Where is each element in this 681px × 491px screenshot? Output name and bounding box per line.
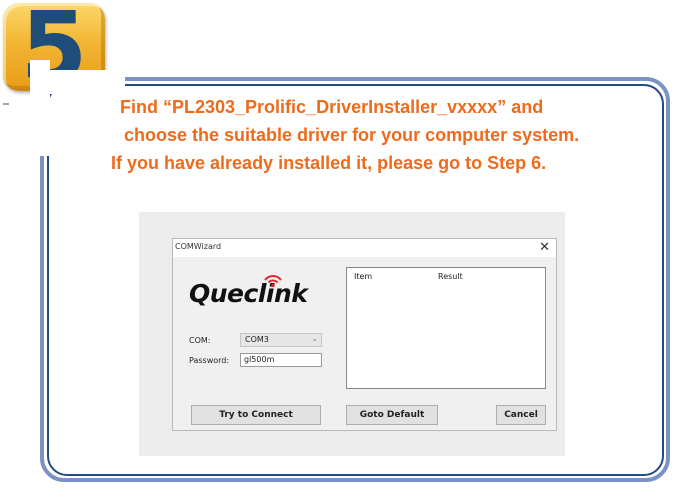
password-label: Password:	[189, 356, 230, 365]
window-titlebar: COMWizard ✕	[173, 239, 556, 257]
instruction-line-1: Find “PL2303_Prolific_DriverInstaller_vx…	[120, 97, 544, 117]
goto-default-button[interactable]: Goto Default	[346, 405, 438, 425]
instruction-line-3: If you have already installed it, please…	[111, 153, 547, 173]
cancel-button[interactable]: Cancel	[496, 405, 546, 425]
column-header-item: Item	[354, 272, 373, 281]
password-field[interactable]: gl500m	[240, 353, 322, 367]
try-to-connect-button[interactable]: Try to Connect	[191, 405, 321, 425]
decorative-dash	[3, 103, 9, 105]
results-list[interactable]: Item Result	[346, 267, 546, 389]
com-select-value: COM3	[245, 335, 269, 344]
com-label: COM:	[189, 336, 211, 345]
queclink-logo: Queclink	[189, 279, 308, 308]
password-value: gl500m	[244, 355, 275, 364]
chevron-down-icon: ⌄	[311, 334, 318, 343]
comwizard-window: COMWizard ✕ Queclink COM: COM3 ⌄ Passwor…	[172, 238, 557, 431]
instruction-line-2: choose the suitable driver for your comp…	[124, 125, 580, 145]
wifi-signal-icon	[264, 275, 282, 288]
window-title: COMWizard	[175, 242, 222, 251]
com-select[interactable]: COM3 ⌄	[240, 333, 322, 347]
close-icon[interactable]: ✕	[539, 239, 550, 257]
column-header-result: Result	[438, 272, 463, 281]
